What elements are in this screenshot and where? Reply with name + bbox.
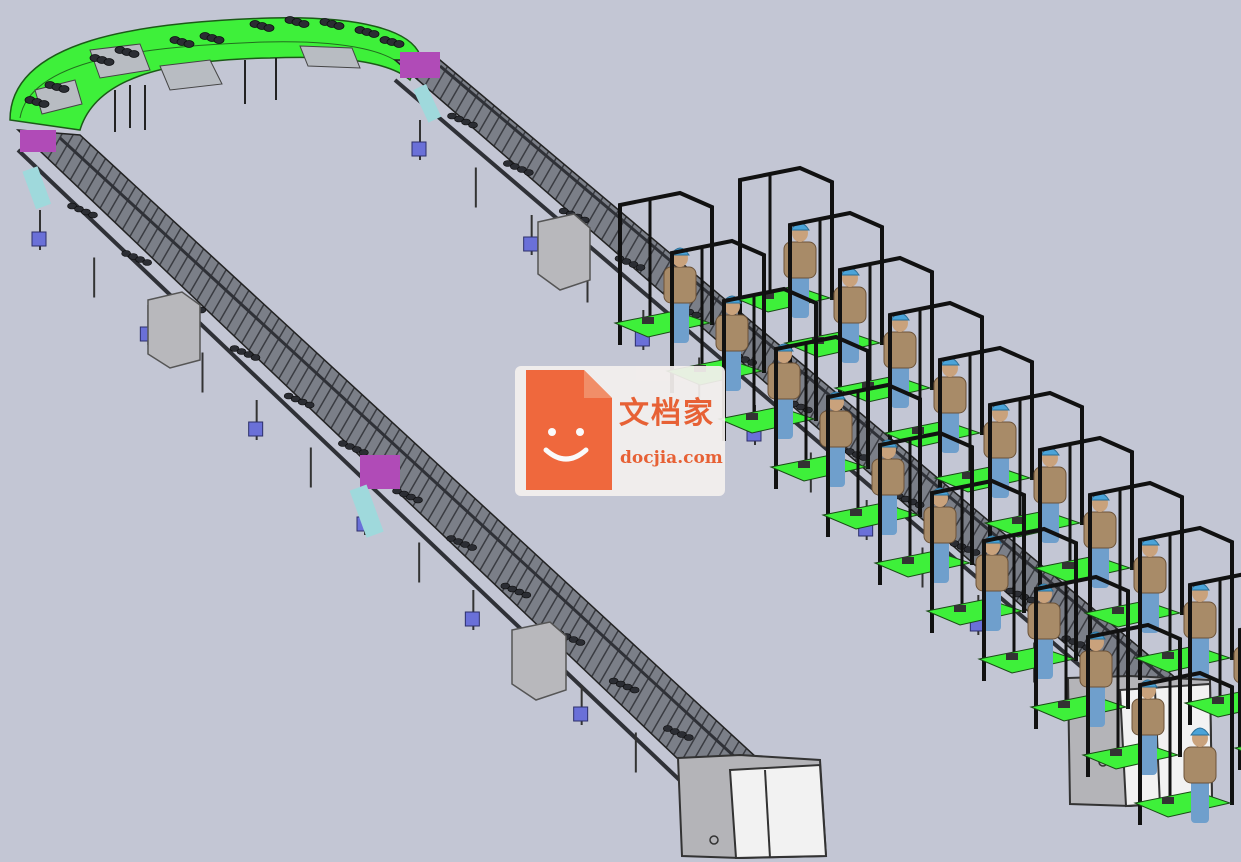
watermark-domain: docjia.com	[620, 448, 723, 468]
watermark-badge: 文档家 docjia.com	[515, 366, 725, 496]
curved-conveyor	[9, 16, 421, 132]
watermark-brand: 文档家	[619, 396, 715, 431]
document-smiley-icon	[526, 370, 612, 490]
